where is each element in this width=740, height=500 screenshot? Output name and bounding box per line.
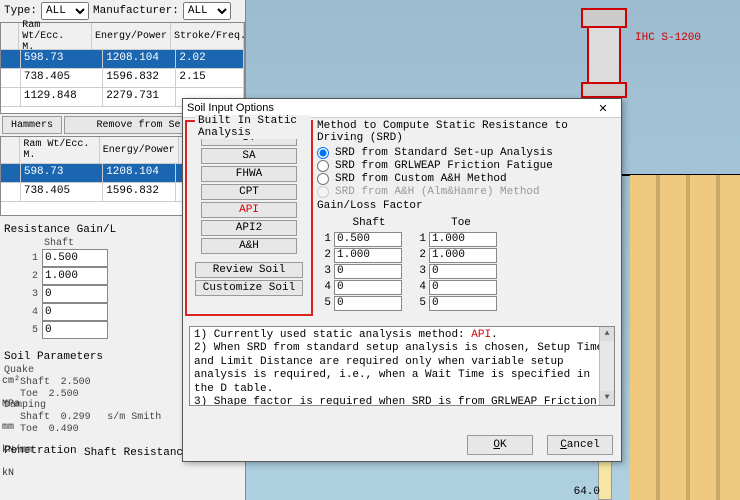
gain-loss-row: 33 [317,263,617,279]
quake-toe-val: 2.500 [45,389,79,400]
radio-srd-friction-label: SRD from GRLWEAP Friction Fatigue [335,160,553,172]
manufacturer-label: Manufacturer: [93,5,179,17]
unit-label: kN/mm [0,439,28,462]
gain-shaft-input-1[interactable] [334,232,402,247]
shaft-input-3[interactable] [42,285,108,303]
scroll-up-icon[interactable]: ▲ [600,327,614,341]
col-energy: Energy/Power [92,23,171,49]
gain-loss-row: 11 [317,231,617,247]
note-1c: . [491,329,498,341]
col-ram: Ram Wt/Ecc. M. [19,23,92,49]
note-1-api: API [471,329,491,341]
radio-srd-friction-input[interactable] [317,160,329,172]
gain-loss-col-shaft: Shaft [334,217,404,229]
dialog-title: Soil Input Options [187,102,589,114]
gain-loss-title: Gain/Loss Factor [317,200,617,212]
gain-loss-table: Shaft Toe 1122334455 [317,215,617,311]
review-soil-button[interactable]: Review Soil [195,262,303,278]
customize-soil-button[interactable]: Customize Soil [195,280,303,296]
scroll-down-icon[interactable]: ▼ [600,391,614,405]
depth-number: 64.0 [574,486,600,498]
gain-toe-input-5[interactable] [429,296,497,311]
close-icon[interactable]: ✕ [589,100,617,116]
gain-loss-row: 55 [317,295,617,311]
damping-shaft-val: 0.299 [57,412,91,423]
smith-label: s/m Smith [97,412,161,423]
unit-label: cm² [0,370,28,393]
notes-scrollbar[interactable]: ▲ ▼ [599,327,614,405]
type-select[interactable]: ALL [41,2,89,20]
radio-srd-alm-input [317,186,329,198]
type-label: Type: [4,5,37,17]
shaft-input-2[interactable] [42,267,108,285]
cancel-button[interactable]: Cancel [547,435,613,455]
gain-shaft-input-5[interactable] [334,296,402,311]
gain-toe-input-2[interactable] [429,248,497,263]
gain-toe-input-3[interactable] [429,264,497,279]
damping-toe-val: 0.490 [45,424,79,435]
radio-srd-alm-label: SRD from A&H (Alm&Hamre) Method [335,186,540,198]
built-in-static-analysis-group: Built In Static Analysis STSAFHWACPTAPIA… [185,120,313,316]
gain-loss-col-toe: Toe [426,217,496,229]
ok-button[interactable]: OK [467,435,533,455]
note-2: 2) When SRD from standard setup analysis… [194,342,603,394]
srd-method-area: Method to Compute Static Resistance to D… [317,120,617,311]
table-row[interactable]: 738.4051596.8322.15 [1,69,244,88]
soil-profile-graphic [630,175,740,500]
srd-method-title: Method to Compute Static Resistance to D… [317,120,617,144]
manufacturer-select[interactable]: ALL [183,2,231,20]
unit-column: cm²MPammkN/mmkN [0,370,28,485]
gain-loss-row: 22 [317,247,617,263]
gain-shaft-input-3[interactable] [334,264,402,279]
gain-shaft-input-4[interactable] [334,280,402,295]
radio-srd-custom-label: SRD from Custom A&H Method [335,173,507,185]
gain-toe-input-4[interactable] [429,280,497,295]
col-stroke: Stroke/Freq. [171,23,244,49]
static-analysis-api2-button[interactable]: API2 [201,220,297,236]
radio-srd-friction-fatigue[interactable]: SRD from GRLWEAP Friction Fatigue [317,160,617,172]
shaft-input-4[interactable] [42,303,108,321]
shaft-input-5[interactable] [42,321,108,339]
hammer-caption: IHC S-1200 [635,32,701,44]
static-analysis-fhwa-button[interactable]: FHWA [201,166,297,182]
quake-shaft-val: 2.500 [57,377,91,388]
gain-toe-input-1[interactable] [429,232,497,247]
gain-loss-row: 44 [317,279,617,295]
static-analysis-a&h-button[interactable]: A&H [201,238,297,254]
col-ram-2: Ram Wt/Ecc. M. [20,137,99,163]
note-3: 3) Shape factor is required when SRD is … [194,396,597,406]
radio-srd-standard-label: SRD from Standard Set-up Analysis [335,147,553,159]
table-row[interactable]: 598.731208.1042.02 [1,50,244,69]
soil-input-options-dialog: Soil Input Options ✕ Built In Static Ana… [182,98,622,462]
radio-srd-custom-input[interactable] [317,173,329,185]
note-1a: 1) Currently used static analysis method… [194,329,471,341]
unit-label: MPa [0,393,28,416]
gain-shaft-input-2[interactable] [334,248,402,263]
unit-label: mm [0,416,28,439]
built-in-static-title: Built In Static Analysis [195,115,311,139]
hammers-button[interactable]: Hammers [2,116,62,134]
radio-srd-custom-ah[interactable]: SRD from Custom A&H Method [317,173,617,185]
static-analysis-api-button[interactable]: API [201,202,297,218]
static-analysis-sa-button[interactable]: SA [201,148,297,164]
radio-srd-standard-input[interactable] [317,147,329,159]
shaft-input-1[interactable] [42,249,108,267]
notes-textbox[interactable]: 1) Currently used static analysis method… [189,326,615,406]
static-analysis-cpt-button[interactable]: CPT [201,184,297,200]
col-energy-2: Energy/Power [100,137,179,163]
radio-srd-alm-hamre: SRD from A&H (Alm&Hamre) Method [317,186,617,198]
radio-srd-standard[interactable]: SRD from Standard Set-up Analysis [317,147,617,159]
unit-label: kN [0,462,28,485]
